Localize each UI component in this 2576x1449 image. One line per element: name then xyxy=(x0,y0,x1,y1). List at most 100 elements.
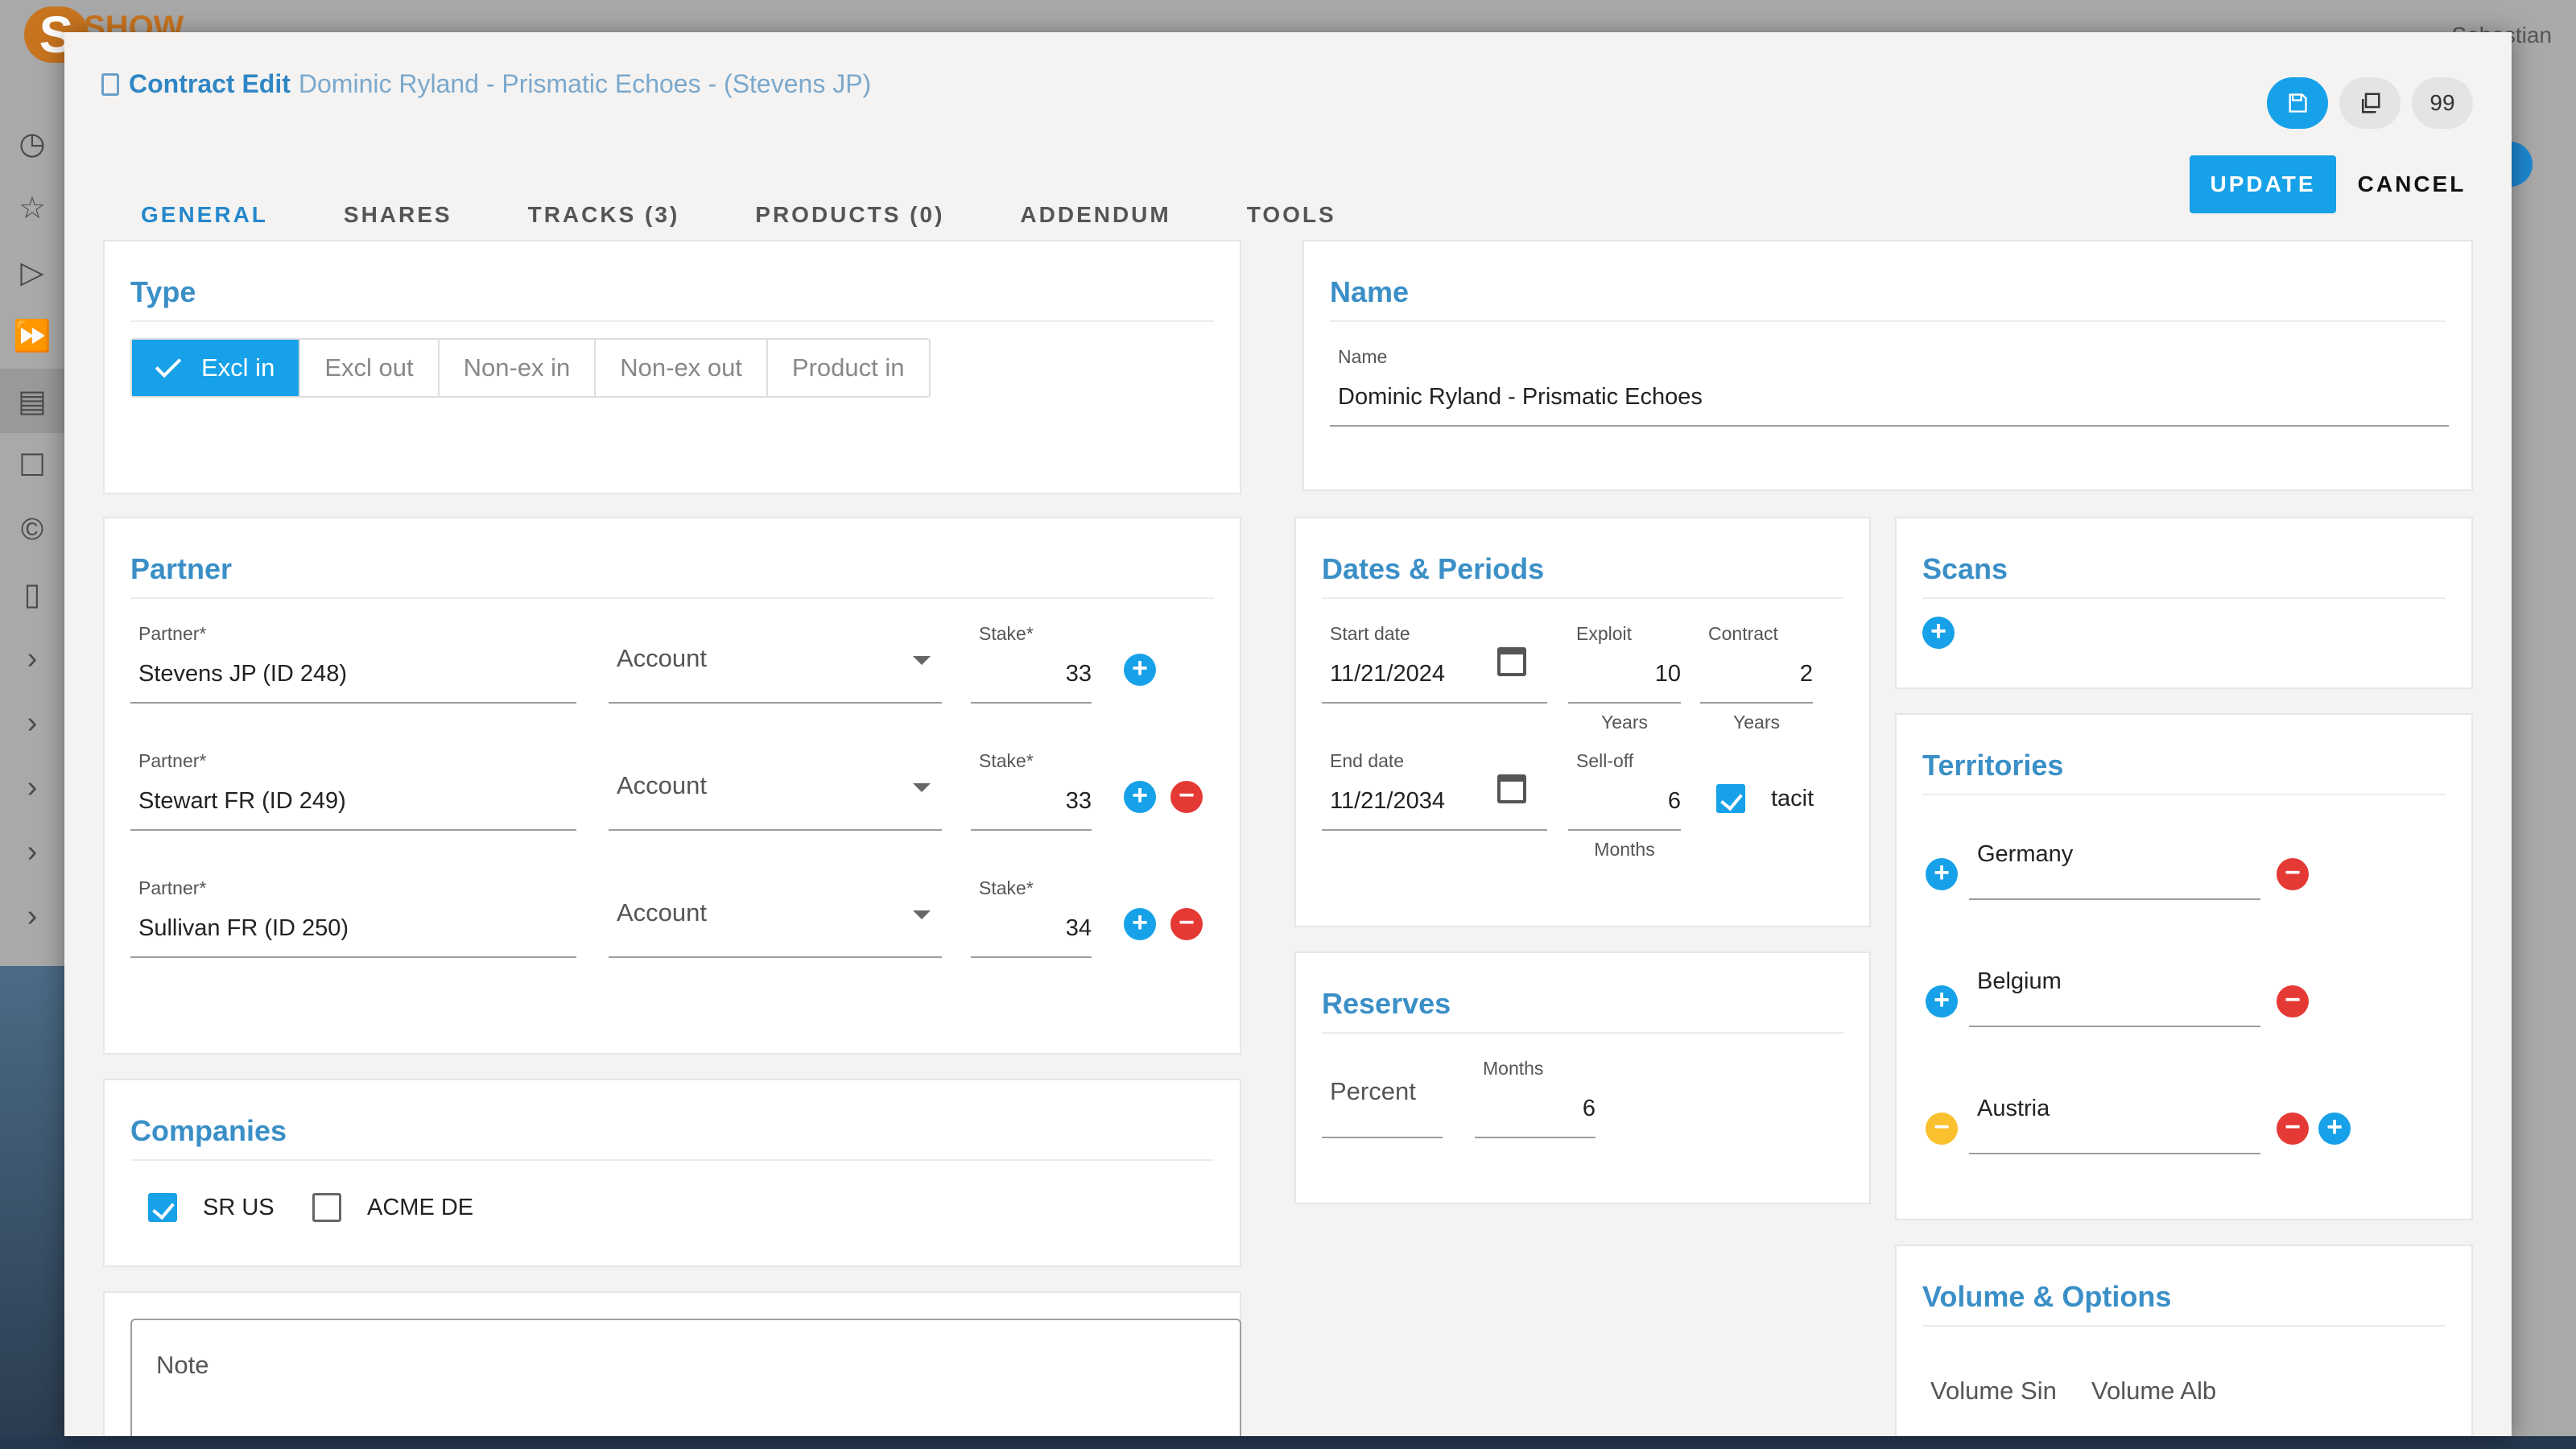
field-value: 6 xyxy=(1582,1096,1596,1121)
cancel-button[interactable]: CANCEL xyxy=(2351,155,2473,213)
fast-forward-icon[interactable]: ⏩ xyxy=(0,304,64,369)
contract-unit: Years xyxy=(1733,712,1780,733)
minus-icon: − xyxy=(2285,985,2301,1015)
name-panel: Name Name Dominic Ryland - Prismatic Ech… xyxy=(1302,240,2473,491)
minus-icon: − xyxy=(1934,1112,1950,1142)
account-select[interactable]: Account xyxy=(609,623,942,704)
type-option-excl-in[interactable]: Excl in xyxy=(132,340,301,396)
caret-down-icon xyxy=(913,656,931,665)
field-placeholder: Account xyxy=(617,644,708,672)
contract-edit-dialog: Contract Edit Dominic Ryland - Prismatic… xyxy=(64,32,2512,1436)
field-label: Months xyxy=(1483,1058,1544,1079)
field-value: Germany xyxy=(1977,841,2074,867)
name-field[interactable]: Name Dominic Ryland - Prismatic Echoes xyxy=(1330,346,2449,427)
caret-down-icon xyxy=(913,783,931,792)
chevron-right-icon[interactable]: › xyxy=(0,884,64,948)
percent-field[interactable]: Percent xyxy=(1322,1058,1443,1138)
field-value: Stewart FR (ID 249) xyxy=(138,788,346,814)
volume-alb-label: Volume Alb xyxy=(2091,1377,2217,1405)
note-textarea[interactable]: Note xyxy=(130,1319,1241,1436)
minus-icon: − xyxy=(1179,780,1195,811)
add-territory-button[interactable]: + xyxy=(2318,1113,2351,1145)
dialog-title-main: Contract Edit xyxy=(129,69,291,98)
type-option-excl-out[interactable]: Excl out xyxy=(300,340,440,396)
type-toggle-group: Excl in Excl out Non-ex in Non-ex out Pr… xyxy=(130,338,931,398)
add-territory-button[interactable]: + xyxy=(1926,985,1958,1018)
end-date-field[interactable]: End date 11/21/2034 xyxy=(1322,750,1547,831)
remove-partner-button[interactable]: − xyxy=(1170,908,1203,940)
star-icon[interactable]: ☆ xyxy=(0,175,64,240)
app-sidebar: ◷ ☆ ▷ ⏩ ▤ ☐ © ▯ › › › › › xyxy=(0,71,64,966)
account-select[interactable]: Account xyxy=(609,877,942,958)
save-button[interactable] xyxy=(2267,77,2328,129)
chevron-right-icon[interactable]: › xyxy=(0,691,64,755)
chevron-right-icon[interactable]: › xyxy=(0,755,64,819)
panel-title: Territories xyxy=(1922,749,2064,782)
field-value: Belgium xyxy=(1977,968,2062,994)
calendar-icon[interactable] xyxy=(1497,647,1526,676)
stake-field[interactable]: Stake* 33 xyxy=(971,623,1092,704)
field-label: Stake* xyxy=(979,623,1034,644)
field-label: Name xyxy=(1338,346,1388,367)
chevron-right-icon[interactable]: › xyxy=(0,626,64,691)
calendar-icon[interactable] xyxy=(1497,774,1526,803)
add-partner-button[interactable]: + xyxy=(1124,781,1156,813)
add-partner-button[interactable]: + xyxy=(1124,654,1156,686)
exclude-territory-button[interactable]: − xyxy=(1926,1113,1958,1145)
type-option-product-in[interactable]: Product in xyxy=(768,340,929,396)
type-panel: Type Excl in Excl out Non-ex in Non-ex o… xyxy=(103,240,1241,494)
company-checkbox-acme-de[interactable] xyxy=(312,1193,341,1222)
reserve-months-field[interactable]: Months 6 xyxy=(1475,1058,1596,1138)
field-value: Austria xyxy=(1977,1096,2050,1121)
document-icon[interactable]: ▯ xyxy=(0,562,64,626)
type-option-non-ex-in[interactable]: Non-ex in xyxy=(440,340,597,396)
start-date-field[interactable]: Start date 11/21/2024 xyxy=(1322,623,1547,704)
partner-field[interactable]: Partner* Sullivan FR (ID 250) xyxy=(130,877,576,958)
copyright-icon[interactable]: © xyxy=(0,497,64,562)
play-icon[interactable]: ▷ xyxy=(0,240,64,304)
add-partner-button[interactable]: + xyxy=(1124,908,1156,940)
territory-field[interactable]: Belgium xyxy=(1969,947,2260,1027)
remove-territory-button[interactable]: − xyxy=(2277,985,2309,1018)
divider xyxy=(130,320,1214,322)
type-option-non-ex-out[interactable]: Non-ex out xyxy=(596,340,768,396)
selloff-field[interactable]: Sell-off 6 xyxy=(1568,750,1681,831)
duplicate-button[interactable] xyxy=(2339,77,2401,129)
remove-territory-button[interactable]: − xyxy=(2277,858,2309,890)
stake-field[interactable]: Stake* 34 xyxy=(971,877,1092,958)
contact-icon[interactable]: ☐ xyxy=(0,433,64,497)
partner-field[interactable]: Partner* Stevens JP (ID 248) xyxy=(130,623,576,704)
contract-field[interactable]: Contract 2 xyxy=(1700,623,1813,704)
update-button[interactable]: UPDATE xyxy=(2190,155,2336,213)
check-icon xyxy=(155,351,182,378)
chevron-right-icon[interactable]: › xyxy=(0,819,64,884)
field-label: Start date xyxy=(1330,623,1410,644)
counter-badge[interactable]: 99 xyxy=(2412,77,2473,129)
tacit-checkbox[interactable] xyxy=(1716,784,1745,813)
remove-territory-button[interactable]: − xyxy=(2277,1113,2309,1145)
plus-icon: + xyxy=(1934,857,1950,888)
stake-field[interactable]: Stake* 33 xyxy=(971,750,1092,831)
field-value: 33 xyxy=(1065,788,1092,814)
field-placeholder: Account xyxy=(617,771,708,799)
exploit-field[interactable]: Exploit 10 xyxy=(1568,623,1681,704)
remove-partner-button[interactable]: − xyxy=(1170,781,1203,813)
territory-field[interactable]: Austria xyxy=(1969,1074,2260,1154)
dashboard-icon[interactable]: ◷ xyxy=(0,111,64,175)
add-territory-button[interactable]: + xyxy=(1926,858,1958,890)
minus-icon: − xyxy=(2285,1112,2301,1142)
document-icon xyxy=(101,72,119,96)
exploit-unit: Years xyxy=(1601,712,1648,733)
territory-field[interactable]: Germany xyxy=(1969,819,2260,900)
field-label: Partner* xyxy=(138,877,207,898)
add-scan-button[interactable]: + xyxy=(1922,617,1955,649)
field-value: 2 xyxy=(1799,661,1813,687)
contract-icon[interactable]: ▤ xyxy=(0,369,64,433)
territories-panel: Territories + Germany − + Belgium − − Au… xyxy=(1895,713,2473,1220)
account-select[interactable]: Account xyxy=(609,750,942,831)
copy-icon xyxy=(2362,93,2380,114)
company-checkbox-sr-us[interactable] xyxy=(148,1193,177,1222)
divider xyxy=(130,597,1214,599)
minus-icon: − xyxy=(1179,907,1195,938)
partner-field[interactable]: Partner* Stewart FR (ID 249) xyxy=(130,750,576,831)
